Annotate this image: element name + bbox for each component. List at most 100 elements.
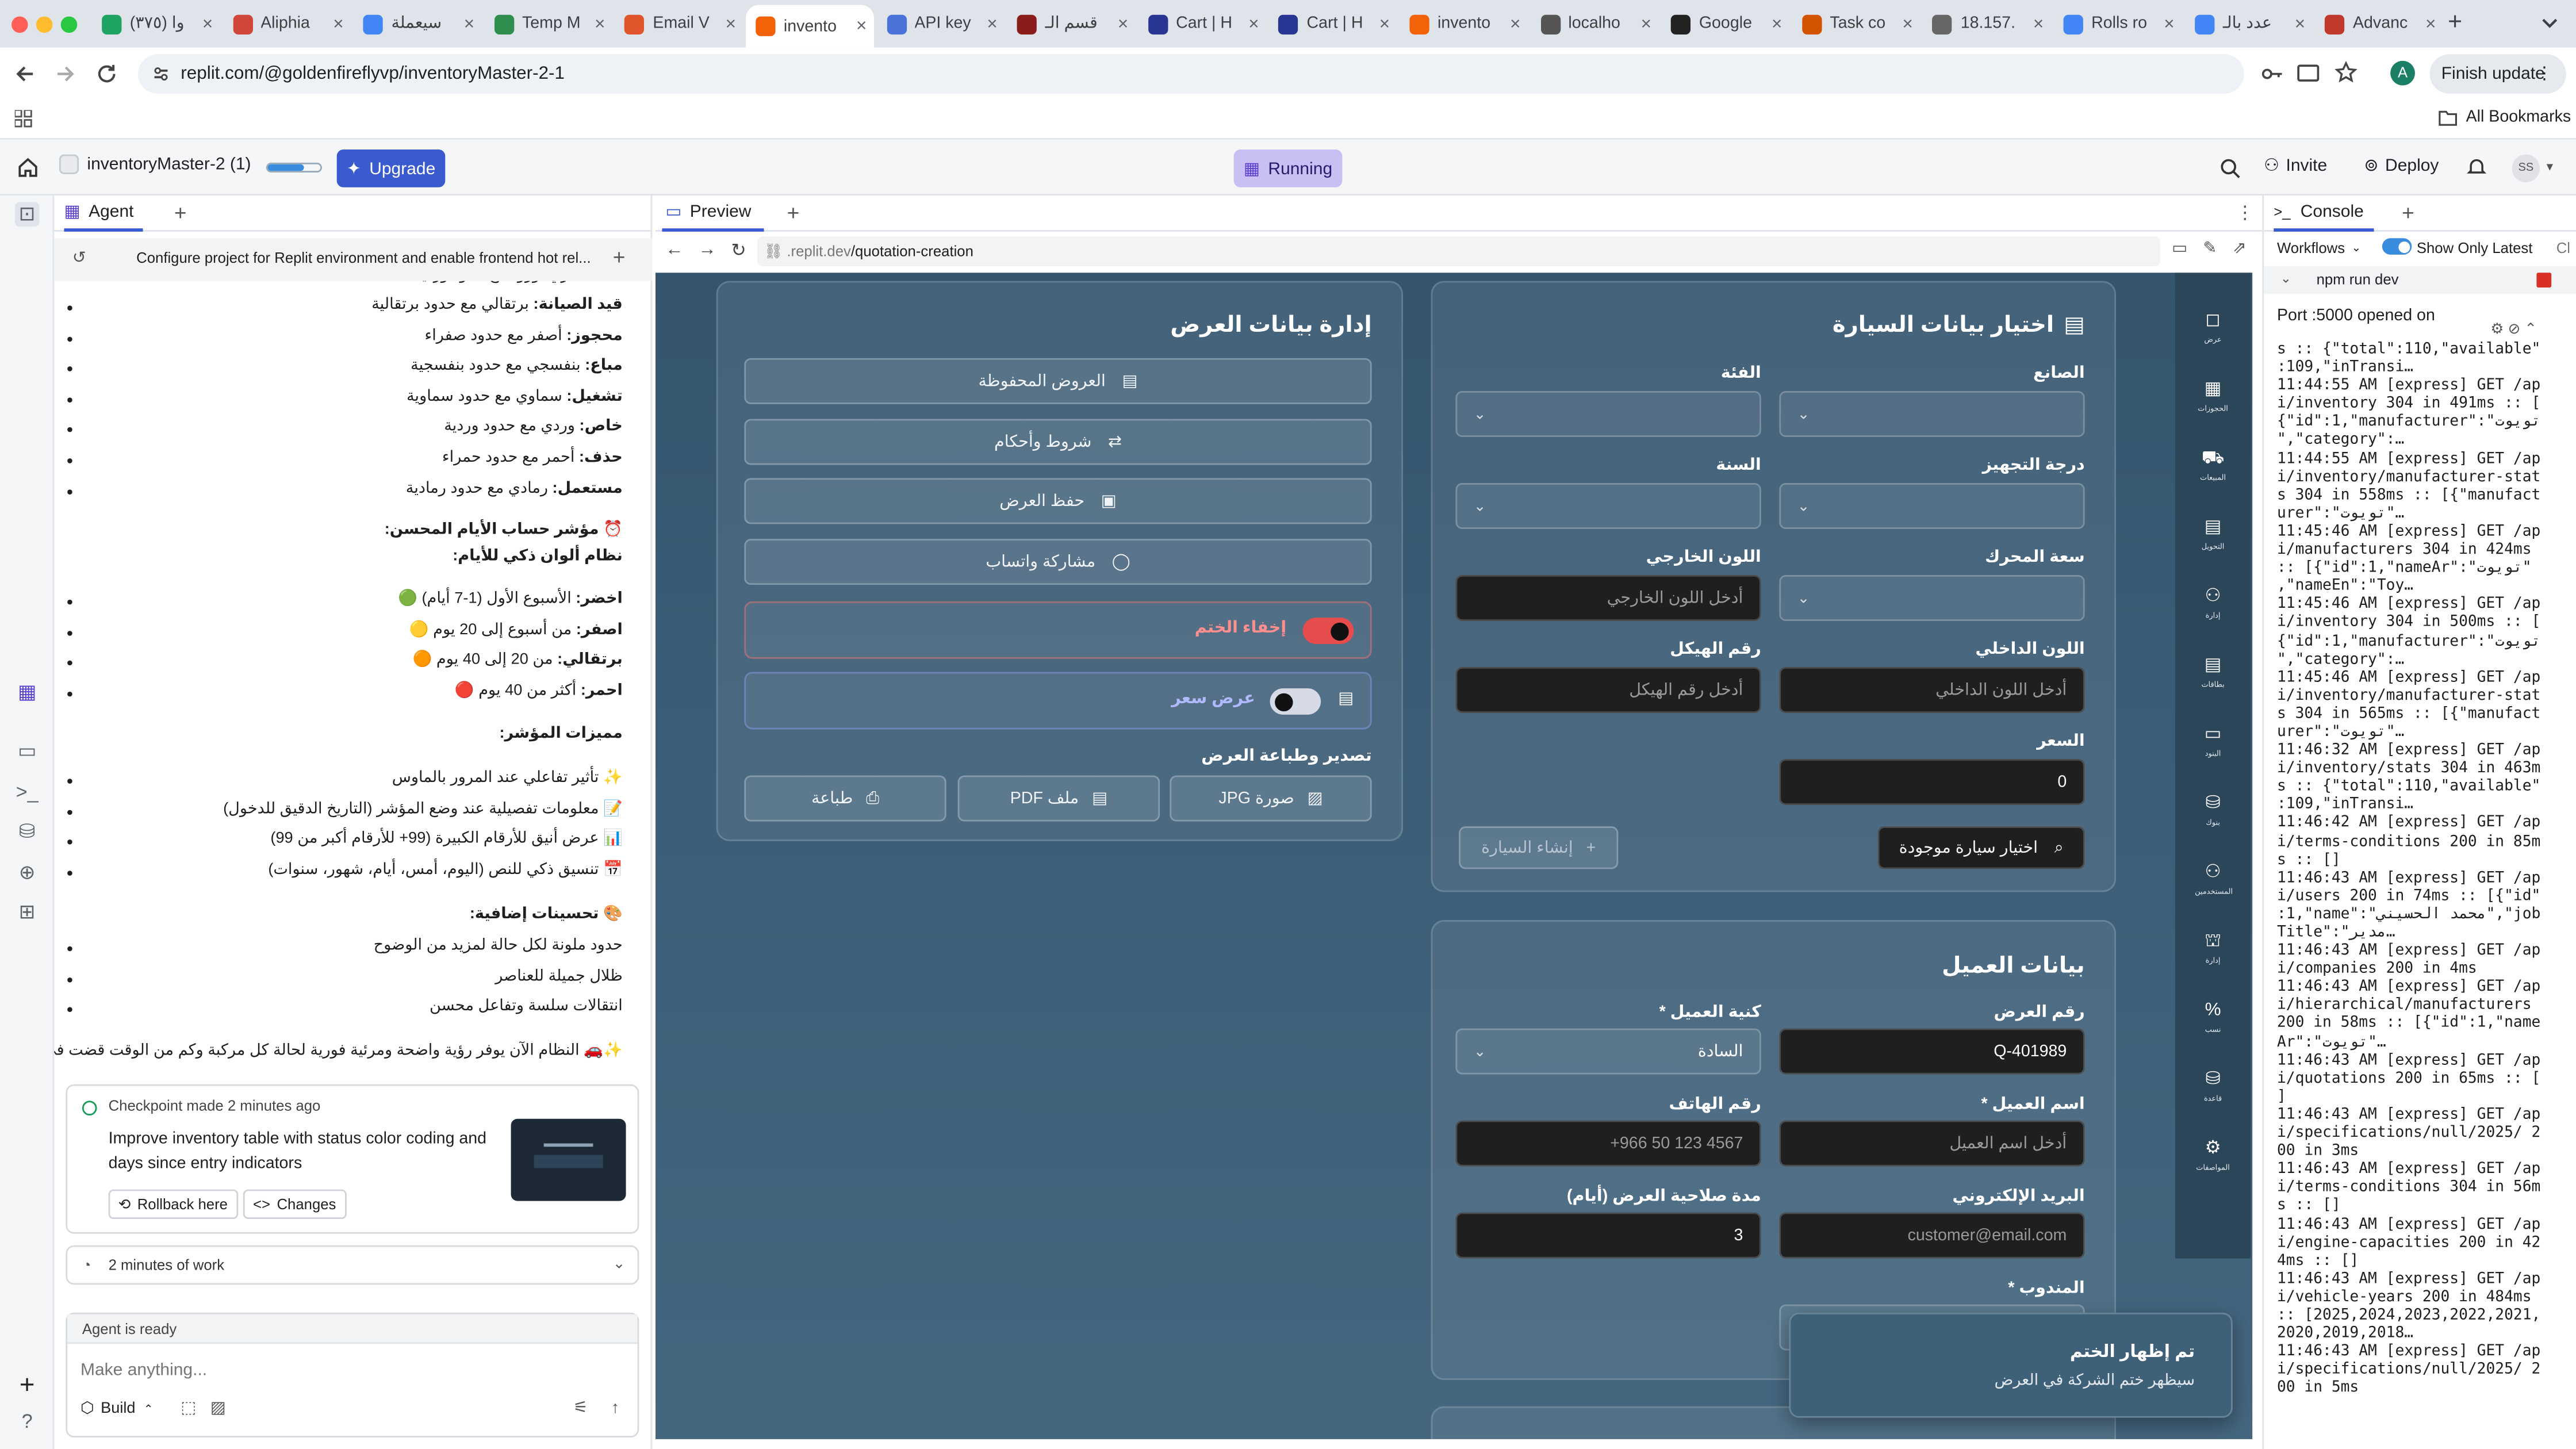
send-arrow-icon[interactable]: ↑ xyxy=(611,1400,619,1417)
tab-preview[interactable]: ▭ Preview xyxy=(662,195,765,232)
globe-icon[interactable]: ⊕ xyxy=(15,861,40,885)
price-offer-toggle[interactable] xyxy=(1270,688,1321,715)
browser-tab[interactable]: 18.157. × xyxy=(1923,6,2050,41)
workflows-dropdown[interactable]: Workflows ⌄ xyxy=(2277,240,2361,256)
side-nav-item[interactable]: ◻ عرض xyxy=(2195,309,2231,345)
new-chat-button[interactable]: + xyxy=(613,245,626,270)
browser-tab[interactable]: عدد بالـ × xyxy=(2184,6,2312,41)
side-nav-item[interactable]: % نسب xyxy=(2195,999,2231,1035)
running-button[interactable]: ▦ Running xyxy=(1233,150,1343,187)
hide-stamp-row[interactable]: إخفاء الختم xyxy=(744,601,1372,659)
preview-reload-icon[interactable]: ↻ xyxy=(731,240,746,261)
whatsapp-share-button[interactable]: ◯ مشاركة واتساب xyxy=(744,539,1372,585)
all-bookmarks-button[interactable]: All Bookmarks xyxy=(2438,109,2571,126)
browser-tab[interactable]: invento × xyxy=(746,5,873,48)
port-actions-icon[interactable]: ⚙ ⊘ ⌃ xyxy=(2490,320,2536,338)
validity-input[interactable]: 3 xyxy=(1455,1212,1761,1259)
tab-agent[interactable]: ▦ Agent xyxy=(64,195,144,232)
profile-avatar[interactable]: A xyxy=(2390,60,2415,86)
customer-name-input[interactable]: أدخل اسم العميل xyxy=(1779,1120,2085,1167)
tab-close-icon[interactable]: × xyxy=(2033,14,2044,33)
database-icon[interactable]: ⛁ xyxy=(15,820,40,845)
tab-close-icon[interactable]: × xyxy=(464,14,474,33)
side-nav-item[interactable]: ⚇ المستخدمين xyxy=(2195,861,2233,897)
build-mode-dropdown[interactable]: ⬡ Build ⌃ xyxy=(80,1400,154,1417)
preview-back-icon[interactable]: ← xyxy=(665,240,683,259)
agent-prompt-input[interactable] xyxy=(80,1355,623,1385)
browser-tab[interactable]: Advanc × xyxy=(2315,6,2443,41)
finish-update-button[interactable]: Finish update ⋮ xyxy=(2429,54,2566,94)
side-nav-item[interactable]: ⛫ إدارة xyxy=(2195,930,2231,966)
engine-select[interactable]: ⌄ xyxy=(1779,575,2085,621)
export-jpg-button[interactable]: ▨ صورة JPG xyxy=(1170,775,1372,822)
repl-name[interactable]: inventoryMaster-2 (1) xyxy=(59,154,251,174)
toast-notification[interactable]: تم إظهار الختم سيظهر ختم الشركة في العرض xyxy=(1789,1312,2233,1418)
image-attach-icon[interactable]: ▨ xyxy=(210,1400,226,1417)
bell-icon[interactable] xyxy=(2466,156,2487,177)
reload-icon[interactable] xyxy=(95,63,118,86)
invite-button[interactable]: ⚇ Invite xyxy=(2264,156,2327,175)
show-latest-toggle[interactable] xyxy=(2382,238,2412,255)
shell-icon[interactable]: >_ xyxy=(15,780,40,805)
side-nav-item[interactable]: ⛁ قاعدة xyxy=(2195,1068,2231,1104)
side-nav-item[interactable]: ▤ التحويل xyxy=(2195,516,2231,552)
window-close-dot[interactable] xyxy=(12,16,28,33)
save-quote-button[interactable]: ▣ حفظ العرض xyxy=(744,478,1372,524)
tab-close-icon[interactable]: × xyxy=(2425,14,2436,33)
open-new-window-icon[interactable]: ⇗ xyxy=(2233,240,2247,258)
apps-grid-icon[interactable] xyxy=(14,110,33,128)
screenshot-icon[interactable]: ⬚ xyxy=(181,1400,196,1417)
tab-close-icon[interactable]: × xyxy=(856,17,867,36)
trim-select[interactable]: ⌄ xyxy=(1779,483,2085,529)
forward-arrow-icon[interactable] xyxy=(54,63,77,86)
select-existing-car-button[interactable]: ⌕ اختيار سيارة موجودة xyxy=(1877,826,2085,869)
process-chevron-icon[interactable]: ⌄ xyxy=(2280,271,2291,286)
saved-quotes-button[interactable]: ▤ العروض المحفوظة xyxy=(744,358,1372,404)
help-icon[interactable]: ? xyxy=(15,1409,40,1434)
export-pdf-button[interactable]: ▤ ملف PDF xyxy=(957,775,1160,822)
preview-url-field[interactable]: ⛓ .replit.dev/quotation-creation xyxy=(757,236,2161,266)
browser-tab[interactable]: (٣٧٥) وا × xyxy=(92,6,220,41)
browser-tab[interactable]: سيعملة × xyxy=(354,6,481,41)
window-minimize-dot[interactable] xyxy=(36,16,53,33)
phone-input[interactable]: +966 50 123 4567 xyxy=(1455,1120,1761,1167)
settings-sliders-icon[interactable]: ⚟ xyxy=(573,1400,588,1417)
search-icon[interactable] xyxy=(2220,158,2241,179)
tab-close-icon[interactable]: × xyxy=(2295,14,2305,33)
price-offer-row[interactable]: ▤ عرض سعر xyxy=(744,672,1372,730)
user-menu-chevron-icon[interactable]: ▾ xyxy=(2547,159,2553,174)
upgrade-button[interactable]: ✦ Upgrade xyxy=(336,150,446,187)
browser-tab[interactable]: localho × xyxy=(1531,6,1658,41)
browser-tab[interactable]: Email V × xyxy=(615,6,743,41)
browser-tab[interactable]: Task co × xyxy=(1792,6,1920,41)
devices-icon[interactable]: ▭ xyxy=(2172,240,2187,258)
int-color-input[interactable]: أدخل اللون الداخلي xyxy=(1779,667,2085,713)
resource-usage-bar[interactable] xyxy=(266,162,322,172)
manufacturer-select[interactable]: ⌄ xyxy=(1779,391,2085,437)
tab-close-icon[interactable]: × xyxy=(1379,14,1390,33)
add-tool-icon[interactable]: + xyxy=(15,1373,40,1399)
side-nav-item[interactable]: ⛟ المبيعات xyxy=(2195,447,2231,483)
site-info-icon[interactable] xyxy=(151,64,171,83)
add-tab-button[interactable]: + xyxy=(174,201,187,225)
changes-button[interactable]: <> Changes xyxy=(243,1189,346,1219)
password-key-icon[interactable] xyxy=(2260,63,2283,86)
tab-close-icon[interactable]: × xyxy=(726,14,736,33)
deploy-button[interactable]: ⊚ Deploy xyxy=(2364,156,2439,175)
browser-tab[interactable]: Temp M × xyxy=(484,6,612,41)
work-summary[interactable]: ◔ 2 minutes of work ⌄ xyxy=(66,1245,639,1285)
terms-button[interactable]: ⇄ شروط وأحكام xyxy=(744,419,1372,465)
ext-color-input[interactable]: أدخل اللون الخارجي xyxy=(1455,575,1761,621)
rollback-button[interactable]: ⟲ Rollback here xyxy=(108,1189,238,1219)
home-icon[interactable] xyxy=(17,156,40,179)
tab-close-icon[interactable]: × xyxy=(1248,14,1259,33)
browser-tab[interactable]: Cart | H × xyxy=(1138,6,1266,41)
browser-tab[interactable]: Cart | H × xyxy=(1269,6,1397,41)
preview-menu-icon[interactable]: ⋮ xyxy=(2236,202,2254,223)
devtools-wrench-icon[interactable]: ✎ xyxy=(2203,240,2217,258)
tab-close-icon[interactable]: × xyxy=(1118,14,1128,33)
browser-tab[interactable]: API key × xyxy=(877,6,1005,41)
clear-button[interactable]: Cl xyxy=(2556,240,2570,256)
workflows-icon[interactable]: ▦ xyxy=(15,680,40,705)
tab-close-icon[interactable]: × xyxy=(1902,14,1912,33)
